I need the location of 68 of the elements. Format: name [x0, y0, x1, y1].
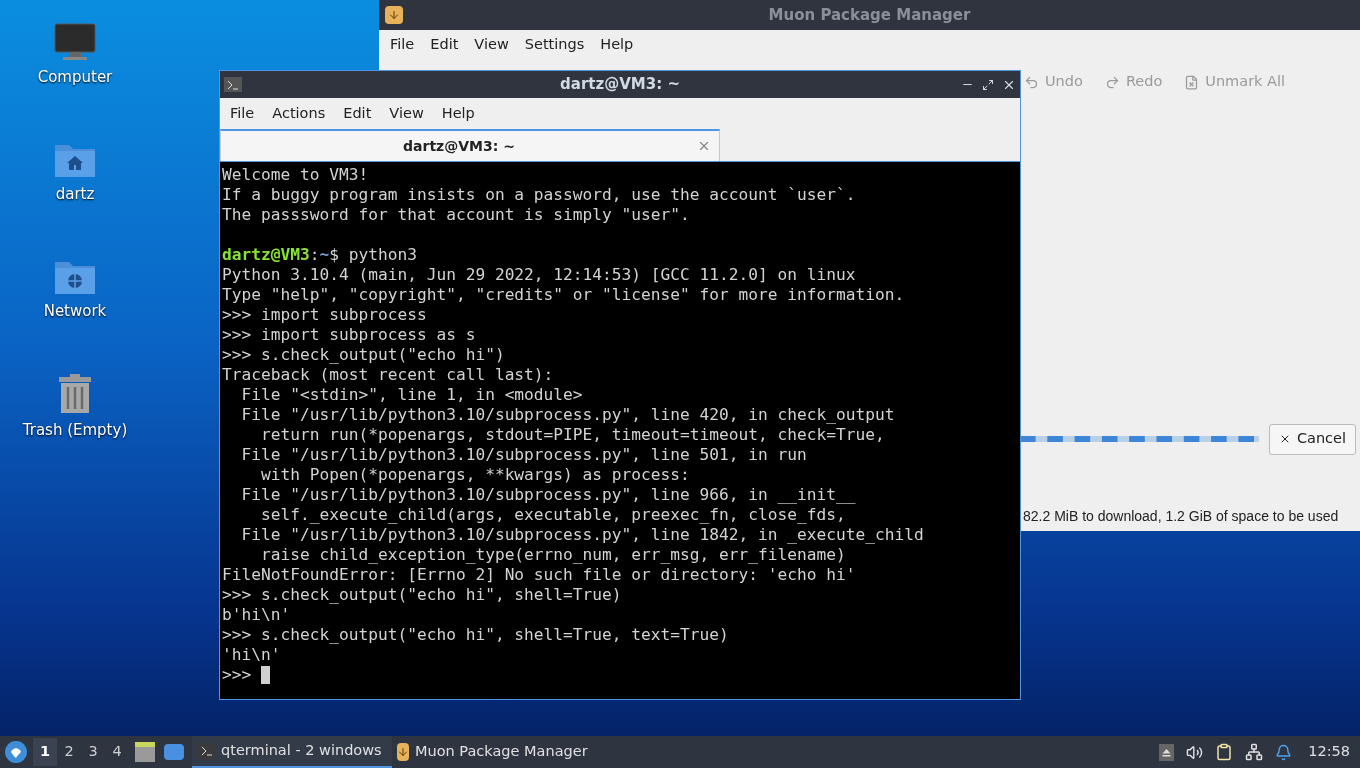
workspace-button[interactable]: 2	[57, 738, 81, 766]
undo-icon	[1024, 74, 1039, 90]
desktop-icon[interactable]	[164, 744, 184, 760]
unmark-icon	[1184, 74, 1200, 90]
status-text: 82.2 MiB to download, 1.2 GiB of space to be used	[1023, 506, 1339, 526]
desktop-icon-label[interactable]: Trash (Empty)	[22, 419, 128, 442]
cancel-button[interactable]: Cancel	[1268, 423, 1356, 455]
workspace-button[interactable]: 3	[81, 738, 105, 766]
menu-item[interactable]: File	[222, 102, 263, 125]
eject-icon[interactable]	[1159, 743, 1175, 761]
workspace-button[interactable]: 4	[105, 738, 129, 766]
menu-item[interactable]: Help	[592, 34, 642, 56]
window-title: dartz@VM3: ~	[559, 74, 681, 96]
start-menu-icon[interactable]	[5, 741, 27, 763]
menu-item[interactable]: Settings	[516, 34, 593, 56]
terminal-line: Traceback (most recent call last):	[222, 365, 555, 385]
desktop-icon-label[interactable]: dartz	[55, 183, 95, 206]
terminal-line: >>> import subprocess as s	[222, 325, 477, 345]
menu-item[interactable]: File	[382, 34, 423, 56]
terminal-line: File "/usr/lib/python3.10/subprocess.py", line 966, in __init__	[240, 485, 857, 505]
menu-item[interactable]: Edit	[422, 34, 467, 56]
terminal-line: >>> s.check_output("echo hi")	[222, 345, 506, 365]
menu-item[interactable]: Help	[433, 102, 483, 125]
desktop-icon-label[interactable]: Computer	[37, 66, 113, 89]
text-cursor	[261, 666, 270, 684]
terminal-icon	[197, 743, 215, 759]
redo-icon	[1104, 74, 1120, 90]
terminal-line: The passsword for that account is simply "user".	[222, 205, 691, 225]
terminal-tab[interactable]: dartz@VM3: ~	[220, 129, 720, 161]
terminal-icon	[224, 77, 242, 92]
terminal-line: raise child_exception_type(errno_num, err_msg, err_filename)	[259, 545, 847, 565]
terminal-line: >>> import subprocess	[222, 305, 428, 325]
terminal-line: FileNotFoundError: [Errno 2] No such file or directory: 'echo hi'	[222, 565, 857, 585]
terminal-line: self._execute_child(args, executable, preexec_fn, close_fds,	[259, 505, 847, 525]
desktop-icon-label[interactable]: Network	[43, 300, 107, 323]
terminal-line: File "<stdin>", line 1, in <module>	[240, 385, 584, 405]
maximize-icon[interactable]	[982, 78, 994, 91]
terminal-line: Welcome to VM3!	[222, 165, 370, 185]
network-icon[interactable]	[1245, 743, 1264, 761]
terminal-line: If a buggy program insists on a password, use the account `user`.	[222, 185, 857, 205]
prompt-line: dartz@VM3:~$ python3	[222, 245, 418, 265]
terminal-line: 'hi\n'	[222, 645, 282, 665]
workspace-button[interactable]: 1	[33, 738, 57, 766]
notification-icon[interactable]	[1275, 743, 1293, 761]
terminal-line: File "/usr/lib/python3.10/subprocess.py", line 1842, in _execute_child	[240, 525, 925, 545]
terminal-line: return run(*popenargs, stdout=PIPE, timeout=timeout, check=True,	[259, 425, 886, 445]
clock[interactable]: 12:58	[1308, 741, 1350, 763]
menu-item[interactable]: View	[381, 102, 432, 125]
terminal-line: >>> s.check_output("echo hi", shell=True, text=True)	[222, 625, 730, 645]
terminal-line: File "/usr/lib/python3.10/subprocess.py", line 420, in check_output	[240, 405, 896, 425]
terminal-line: Type "help", "copyright", "credits" or "license" for more information.	[222, 285, 906, 305]
terminal-line: b'hi\n'	[222, 605, 292, 625]
menu-item[interactable]: Edit	[335, 102, 380, 125]
terminal-line: >>>	[222, 665, 253, 685]
menu-item[interactable]: View	[466, 34, 517, 56]
terminal-line: Python 3.10.4 (main, Jun 29 2022, 12:14:53) [GCC 11.2.0] on linux	[222, 265, 857, 285]
taskbar-task[interactable]: Muon Package Manager	[392, 736, 592, 768]
app-icon	[385, 6, 403, 24]
taskbar-task[interactable]: qterminal - 2 windows	[192, 736, 392, 768]
window-title: Muon Package Manager	[767, 4, 972, 26]
menu-item[interactable]: Actions	[264, 102, 334, 125]
terminal-line: >>> s.check_output("echo hi", shell=True)	[222, 585, 623, 605]
package-icon	[397, 743, 409, 761]
terminal-line: with Popen(*popenargs, **kwargs) as process:	[259, 465, 691, 485]
terminal-line: File "/usr/lib/python3.10/subprocess.py", line 501, in run	[240, 445, 808, 465]
clipboard-icon[interactable]	[1215, 743, 1234, 761]
monitor-icon	[53, 22, 97, 62]
volume-icon[interactable]	[1186, 743, 1204, 761]
